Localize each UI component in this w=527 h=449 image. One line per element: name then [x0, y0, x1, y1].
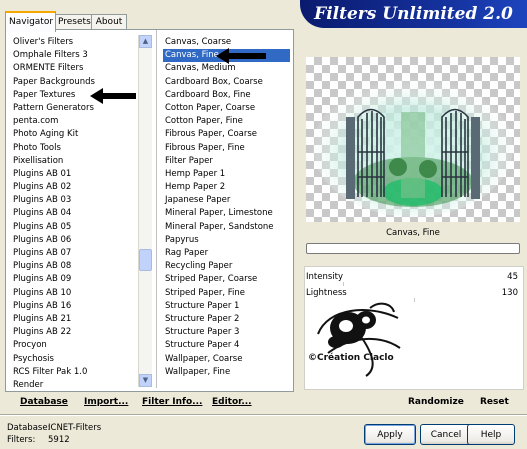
filter-list-item[interactable]: Cotton Paper, Fine: [163, 115, 290, 128]
filter-list-item[interactable]: Hemp Paper 2: [163, 181, 290, 194]
category-list-item[interactable]: Plugins AB 21: [11, 313, 137, 326]
category-list-item[interactable]: Plugins AB 06: [11, 234, 137, 247]
database-button[interactable]: Database: [20, 397, 68, 407]
scroll-thumb[interactable]: [139, 249, 152, 271]
tab-about[interactable]: About: [91, 14, 127, 30]
preview-image: [306, 57, 520, 222]
category-list-item[interactable]: Plugins AB 05: [11, 221, 137, 234]
category-list-item[interactable]: Plugins AB 02: [11, 181, 137, 194]
category-list-item[interactable]: Procyon: [11, 339, 137, 352]
filter-list-item[interactable]: Fibrous Paper, Coarse: [163, 128, 290, 141]
category-list-item[interactable]: Render: [11, 379, 137, 392]
filter-list-item[interactable]: Striped Paper, Fine: [163, 287, 290, 300]
svg-text:©Création Claclo: ©Création Claclo: [308, 352, 394, 363]
tab-presets[interactable]: Presets: [54, 14, 94, 30]
filter-list-item[interactable]: Hemp Paper 1: [163, 168, 290, 181]
category-list-item[interactable]: penta.com: [11, 115, 137, 128]
filter-list-item[interactable]: Papyrus: [163, 234, 290, 247]
category-list-item[interactable]: Plugins AB 10: [11, 287, 137, 300]
app-title-banner: Filters Unlimited 2.0: [300, 0, 527, 28]
filter-info-button[interactable]: Filter Info...: [142, 397, 202, 407]
slider-tick-intensity[interactable]: [343, 282, 344, 286]
filter-list[interactable]: Canvas, Coarse Canvas, Fine Canvas, Medium…: [163, 36, 290, 379]
status-database-value: ICNET-Filters: [48, 423, 102, 433]
filter-list-item[interactable]: Fibrous Paper, Fine: [163, 142, 290, 155]
category-list-item[interactable]: Psychosis: [11, 353, 137, 366]
filter-list-item[interactable]: Japanese Paper: [163, 194, 290, 207]
category-scrollbar[interactable]: ▲ ▼: [138, 35, 152, 387]
category-list-item[interactable]: RCS Filter Pak 1.0: [11, 366, 137, 379]
scroll-up-button[interactable]: ▲: [139, 35, 152, 48]
category-list-item[interactable]: Pixellisation: [11, 155, 137, 168]
filter-list-item[interactable]: Canvas, Medium: [163, 62, 290, 75]
filter-list-item[interactable]: Wallpaper, Coarse: [163, 353, 290, 366]
progress-bar: [306, 243, 520, 254]
filter-list-item[interactable]: Wallpaper, Fine: [163, 366, 290, 379]
param-value-lightness[interactable]: 130: [502, 288, 518, 298]
preview-filter-name: Canvas, Fine: [386, 228, 440, 238]
cancel-button[interactable]: Cancel: [420, 424, 472, 445]
apply-button[interactable]: Apply: [364, 424, 416, 445]
pointer-arrow-canvas-fine: [216, 48, 266, 64]
category-list-item[interactable]: Photo Aging Kit: [11, 128, 137, 141]
randomize-button[interactable]: Randomize: [408, 397, 464, 407]
filter-list-item[interactable]: Mineral Paper, Limestone: [163, 207, 290, 220]
category-list-item[interactable]: Plugins AB 22: [11, 326, 137, 339]
tab-navigator[interactable]: Navigator: [5, 11, 56, 32]
slider-tick-lightness[interactable]: [414, 298, 415, 302]
editor-button[interactable]: Editor...: [212, 397, 252, 407]
param-label-intensity: Intensity: [306, 272, 343, 282]
category-list-item[interactable]: Plugins AB 08: [11, 260, 137, 273]
param-value-intensity[interactable]: 45: [507, 272, 518, 282]
category-list-item[interactable]: Paper Backgrounds: [11, 76, 137, 89]
watermark-logo: ©Création Claclo: [308, 302, 401, 377]
category-list-item[interactable]: ORMENTE Filters: [11, 62, 137, 75]
category-list-item[interactable]: Plugins AB 16: [11, 300, 137, 313]
category-list-item[interactable]: Plugins AB 09: [11, 273, 137, 286]
filter-list-item[interactable]: Structure Paper 2: [163, 313, 290, 326]
filter-list-item[interactable]: Structure Paper 3: [163, 326, 290, 339]
category-list-item[interactable]: Omphale Filters 3: [11, 49, 137, 62]
scroll-down-button[interactable]: ▼: [139, 374, 152, 387]
category-list-item[interactable]: Pattern Generators: [11, 102, 137, 115]
category-list-item[interactable]: Plugins AB 03: [11, 194, 137, 207]
filter-list-item[interactable]: Mineral Paper, Sandstone: [163, 221, 290, 234]
pointer-arrow-paper-textures: [90, 88, 136, 104]
filter-list-item[interactable]: Striped Paper, Coarse: [163, 273, 290, 286]
status-filters: Filters: 5912: [7, 435, 70, 445]
list-divider: [156, 30, 157, 388]
param-label-lightness: Lightness: [306, 288, 347, 298]
category-list-item[interactable]: Plugins AB 07: [11, 247, 137, 260]
filter-list-item[interactable]: Structure Paper 1: [163, 300, 290, 313]
status-database-label: Database:: [7, 423, 51, 433]
filter-list-item[interactable]: Cotton Paper, Coarse: [163, 102, 290, 115]
reset-button[interactable]: Reset: [480, 397, 509, 407]
status-filters-label: Filters:: [7, 435, 36, 445]
garden-gate-image: [313, 77, 513, 217]
filter-list-item[interactable]: Cardboard Box, Fine: [163, 89, 290, 102]
help-button[interactable]: Help: [467, 424, 515, 445]
status-filters-value: 5912: [48, 435, 70, 445]
filter-list-item[interactable]: Recycling Paper: [163, 260, 290, 273]
filter-list-item[interactable]: Rag Paper: [163, 247, 290, 260]
category-list-item[interactable]: Plugins AB 01: [11, 168, 137, 181]
status-database: Database: ICNET-Filters: [7, 423, 101, 433]
filter-list-item[interactable]: Structure Paper 4: [163, 339, 290, 352]
category-list-item[interactable]: Plugins AB 04: [11, 207, 137, 220]
filter-list-item[interactable]: Cardboard Box, Coarse: [163, 76, 290, 89]
category-list-item[interactable]: Photo Tools: [11, 142, 137, 155]
separator-highlight: [0, 415, 527, 416]
import-button[interactable]: Import...: [84, 397, 128, 407]
filter-list-item[interactable]: Filter Paper: [163, 155, 290, 168]
category-list-item[interactable]: Oliver's Filters: [11, 36, 137, 49]
